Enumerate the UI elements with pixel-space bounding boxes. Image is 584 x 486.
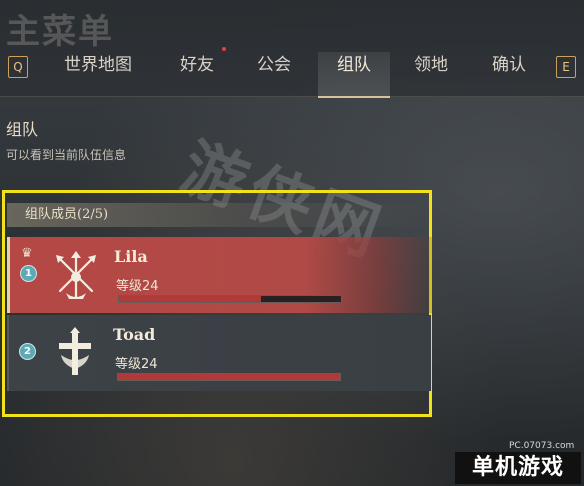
member-level: 等级24: [115, 357, 158, 372]
tab-guild[interactable]: 公会: [245, 52, 303, 96]
main-menu-title: 主菜单: [6, 12, 114, 52]
member-name: Toad: [113, 325, 156, 344]
friends-notification-dot: [222, 47, 226, 51]
crossed-swords-emblem-icon: [56, 251, 96, 299]
party-members-header: 组队成员(2/5): [7, 203, 427, 227]
tab-territory[interactable]: 领地: [402, 52, 460, 96]
party-member-row[interactable]: ♛ 1 Lila 等级24: [7, 237, 432, 313]
health-fill: [118, 374, 340, 380]
member-name: Lila: [114, 247, 148, 266]
member-index-badge: 2: [19, 343, 36, 360]
tab-confirm[interactable]: 确认: [480, 52, 538, 96]
health-fill: [119, 296, 262, 302]
member-health-bar: [118, 295, 342, 303]
tab-party[interactable]: 组队: [318, 52, 390, 98]
cross-emblem-icon: [59, 327, 91, 375]
party-members-panel: 组队成员(2/5) ♛ 1 Lila 等级24 2 Toad 等级24: [2, 190, 432, 417]
member-level: 等级24: [116, 279, 159, 294]
section-description: 可以看到当前队伍信息: [6, 148, 127, 162]
party-member-row[interactable]: 2 Toad 等级24: [7, 315, 431, 391]
tab-friends[interactable]: 好友: [168, 52, 226, 96]
crown-icon: ♛: [21, 246, 33, 261]
watermark-site: PC.07073.com: [509, 441, 575, 451]
prev-tab-key-hint[interactable]: Q: [8, 56, 28, 78]
section-title: 组队: [6, 120, 39, 139]
member-health-bar: [117, 373, 341, 381]
top-menu-bar: 主菜单 Q 世界地图 好友 公会 组队 领地 确认 E: [0, 0, 584, 98]
next-tab-key-hint[interactable]: E: [556, 56, 576, 78]
tab-world-map[interactable]: 世界地图: [50, 52, 146, 96]
watermark-logo: 单机游戏: [455, 452, 581, 484]
member-index-badge: 1: [20, 265, 37, 282]
